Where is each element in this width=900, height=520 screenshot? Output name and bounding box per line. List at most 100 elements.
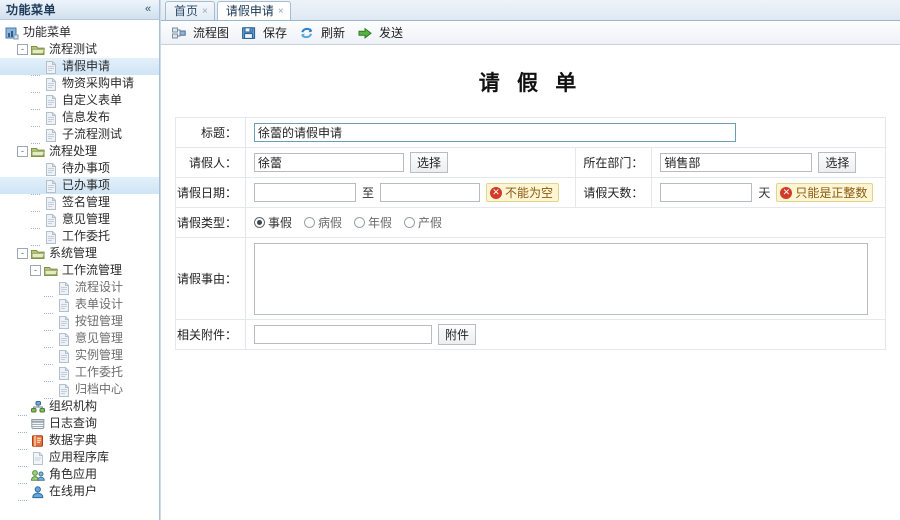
form-toolbar[interactable]: 流程图 保存 刷新 发送 [161, 21, 900, 45]
applicant-select-button[interactable]: 选择 [410, 152, 449, 173]
tree-item-label: 物资采购申请 [62, 76, 135, 90]
toolbar-button-流程图[interactable]: 流程图 [168, 23, 236, 43]
applicant-input[interactable] [254, 153, 404, 172]
leave-type-radio-group[interactable]: 事假 病假 年假 产假 [254, 214, 885, 231]
leave-days-warning-text: 只能是正整数 [795, 186, 868, 200]
tree-item-系统管理[interactable]: - 系统管理 [0, 245, 159, 262]
tree-item-请假申请[interactable]: 请假申请 [0, 58, 159, 76]
tree-item-流程测试[interactable]: - 流程测试 [0, 41, 159, 58]
title-label: 标题： [175, 117, 246, 148]
leave-type-radio-产假[interactable]: 产假 [404, 214, 442, 231]
tree-expander-icon[interactable]: - [30, 265, 41, 276]
tree-item-信息发布[interactable]: 信息发布 [0, 109, 159, 127]
tree-item-意见管理[interactable]: 意见管理 [0, 211, 159, 229]
tab-close-icon[interactable]: × [278, 2, 284, 21]
file-icon [56, 315, 72, 329]
tree-item-label: 请假申请 [62, 59, 111, 73]
tree-item-功能菜单[interactable]: 功能菜单 [0, 24, 159, 41]
tree-item-日志查询[interactable]: 日志查询 [0, 415, 159, 433]
sidebar-header: 功能菜单 « [0, 0, 159, 20]
tree-item-组织机构[interactable]: 组织机构 [0, 398, 159, 416]
file-icon [56, 349, 72, 363]
leave-days-label: 请假天数： [575, 177, 653, 208]
tree-item-工作委托[interactable]: 工作委托 [0, 228, 159, 246]
tree-item-应用程序库[interactable]: 应用程序库 [0, 449, 159, 467]
tree-item-意见管理[interactable]: 意见管理 [0, 330, 159, 348]
leave-type-radio-label: 年假 [368, 216, 393, 230]
refresh-icon [299, 26, 315, 40]
radio-dot-icon [404, 217, 416, 228]
tab-close-icon[interactable]: × [202, 2, 208, 21]
tree-item-数据字典[interactable]: 数据字典 [0, 432, 159, 450]
department-select-button[interactable]: 选择 [818, 152, 857, 173]
send-icon [357, 26, 373, 40]
tree-item-物资采购申请[interactable]: 物资采购申请 [0, 75, 159, 93]
tree-expander-icon[interactable]: - [17, 44, 28, 55]
user-icon [30, 485, 46, 499]
leave-date-from-input[interactable] [254, 183, 356, 202]
applicant-field-cell: 选择 [244, 147, 577, 178]
leave-date-to-input[interactable] [380, 183, 481, 202]
form-row-type: 请假类型： 事假 病假 年假 产假 [175, 207, 886, 238]
folder-icon [30, 247, 46, 261]
file-icon [56, 281, 72, 295]
tree-item-实例管理[interactable]: 实例管理 [0, 347, 159, 365]
tree-item-label: 功能菜单 [23, 25, 72, 39]
tree-expander-icon[interactable]: - [17, 248, 28, 259]
leave-type-radio-事假[interactable]: 事假 [254, 214, 292, 231]
leave-request-form: 标题： 请假人： 选择 所在部门： [175, 117, 886, 350]
leave-days-input[interactable] [660, 183, 753, 202]
reason-textarea[interactable] [254, 242, 868, 315]
department-input[interactable] [660, 153, 813, 172]
org-icon [30, 400, 46, 414]
leave-type-radio-年假[interactable]: 年假 [354, 214, 392, 231]
chevron-double-left-icon[interactable]: « [141, 3, 155, 17]
error-circle-icon: ✕ [490, 186, 503, 199]
tree-item-归档中心[interactable]: 归档中心 [0, 381, 159, 399]
tree-item-label: 签名管理 [62, 195, 111, 209]
attachment-button[interactable]: 附件 [438, 324, 477, 345]
attachment-input[interactable] [254, 325, 432, 344]
toolbar-button-发送[interactable]: 发送 [354, 23, 410, 43]
tree-item-待办事项[interactable]: 待办事项 [0, 160, 159, 178]
title-input[interactable] [254, 123, 736, 142]
attachment-label: 相关附件： [175, 319, 246, 350]
tab-请假申请[interactable]: 请假申请 × [216, 1, 291, 21]
toolbar-button-刷新[interactable]: 刷新 [296, 23, 352, 43]
save-icon [241, 26, 257, 40]
menu-tree[interactable]: 功能菜单 - 流程测试 请假申请物资采购申请自定义表单 信息发布 子流程测试 - 流程处理 待办… [0, 20, 159, 520]
tree-item-工作委托[interactable]: 工作委托 [0, 364, 159, 382]
tree-item-自定义表单[interactable]: 自定义表单 [0, 92, 159, 110]
tab-bar[interactable]: 首页 × 请假申请 × [161, 0, 900, 21]
tree-item-在线用户[interactable]: 在线用户 [0, 483, 159, 501]
tree-item-表单设计[interactable]: 表单设计 [0, 296, 159, 314]
tree-item-按钮管理[interactable]: 按钮管理 [0, 313, 159, 331]
tree-item-签名管理[interactable]: 签名管理 [0, 194, 159, 212]
tree-expander-icon[interactable]: - [17, 146, 28, 157]
toolbar-button-保存[interactable]: 保存 [238, 23, 294, 43]
form-row-applicant: 请假人： 选择 所在部门： 选择 [175, 147, 886, 178]
tab-首页[interactable]: 首页 × [165, 1, 215, 20]
tree-item-角色应用[interactable]: 角色应用 [0, 466, 159, 484]
leave-type-radio-label: 事假 [268, 216, 293, 230]
leave-days-warning: ✕ 只能是正整数 [776, 183, 874, 202]
leave-type-radio-病假[interactable]: 病假 [304, 214, 342, 231]
form-content: 请 假 单 标题： 请假人： 选择 [161, 45, 900, 520]
radio-dot-icon [354, 217, 366, 228]
radio-dot-icon [304, 217, 316, 228]
leave-type-radio-label: 产假 [418, 216, 443, 230]
tree-item-工作流管理[interactable]: - 工作流管理 [0, 262, 159, 279]
toolbar-button-label: 刷新 [321, 26, 346, 40]
tree-item-流程设计[interactable]: 流程设计 [0, 279, 159, 297]
tree-item-已办事项[interactable]: 已办事项 [0, 177, 159, 195]
tree-item-流程处理[interactable]: - 流程处理 [0, 143, 159, 160]
tree-item-子流程测试[interactable]: 子流程测试 [0, 126, 159, 144]
